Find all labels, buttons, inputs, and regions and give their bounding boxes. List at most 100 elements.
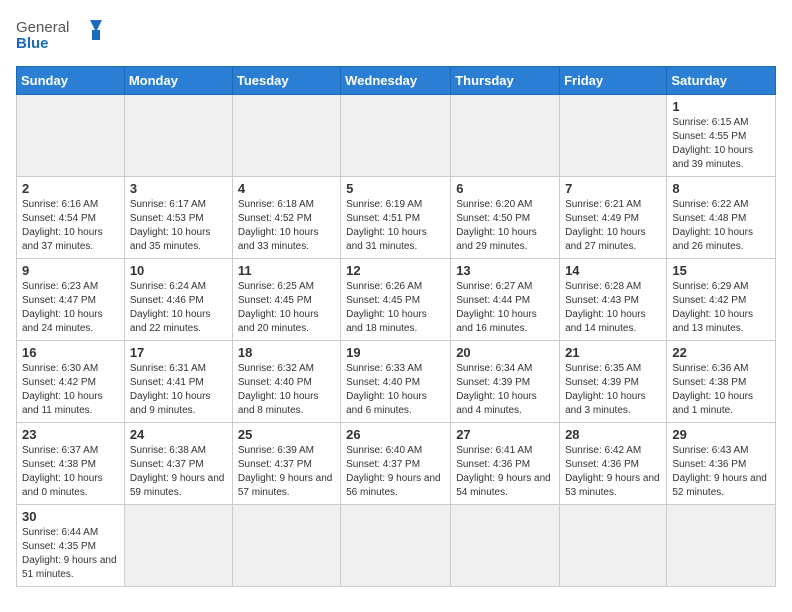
week-row-4: 16 Sunrise: 6:30 AM Sunset: 4:42 PM Dayli… (17, 341, 776, 423)
calendar-cell: 11 Sunrise: 6:25 AM Sunset: 4:45 PM Dayli… (232, 259, 340, 341)
calendar-cell: 3 Sunrise: 6:17 AM Sunset: 4:53 PM Daylig… (124, 177, 232, 259)
day-number: 3 (130, 181, 227, 196)
day-number: 17 (130, 345, 227, 360)
calendar-cell (560, 95, 667, 177)
calendar-cell (124, 95, 232, 177)
svg-text:General: General (16, 19, 69, 36)
day-info: Sunrise: 6:36 AM Sunset: 4:38 PM Dayligh… (672, 363, 753, 416)
day-number: 9 (22, 263, 119, 278)
calendar-cell: 15Sunrise: 6:29 AM Sunset: 4:42 PM Dayli… (667, 259, 776, 341)
day-number: 5 (346, 181, 445, 196)
week-row-5: 23Sunrise: 6:37 AM Sunset: 4:38 PM Dayli… (17, 423, 776, 505)
day-info: Sunrise: 6:17 AM Sunset: 4:53 PM Dayligh… (130, 199, 211, 252)
day-info: Sunrise: 6:22 AM Sunset: 4:48 PM Dayligh… (672, 199, 753, 252)
weekday-header-friday: Friday (560, 67, 667, 95)
day-info: Sunrise: 6:19 AM Sunset: 4:51 PM Dayligh… (346, 199, 427, 252)
day-info: Sunrise: 6:15 AM Sunset: 4:55 PM Dayligh… (672, 117, 753, 170)
day-number: 12 (346, 263, 445, 278)
day-number: 24 (130, 427, 227, 442)
weekday-header-row: SundayMondayTuesdayWednesdayThursdayFrid… (17, 67, 776, 95)
day-info: Sunrise: 6:34 AM Sunset: 4:39 PM Dayligh… (456, 363, 537, 416)
day-info: Sunrise: 6:24 AM Sunset: 4:46 PM Dayligh… (130, 281, 211, 334)
calendar-cell (341, 505, 451, 587)
calendar-cell: 29Sunrise: 6:43 AM Sunset: 4:36 PM Dayli… (667, 423, 776, 505)
calendar-cell: 16 Sunrise: 6:30 AM Sunset: 4:42 PM Dayli… (17, 341, 125, 423)
calendar-cell: 28 Sunrise: 6:42 AM Sunset: 4:36 PM Dayli… (560, 423, 667, 505)
calendar-cell: 17Sunrise: 6:31 AM Sunset: 4:41 PM Dayli… (124, 341, 232, 423)
day-number: 20 (456, 345, 554, 360)
calendar-cell: 21 Sunrise: 6:35 AM Sunset: 4:39 PM Dayli… (560, 341, 667, 423)
day-info: Sunrise: 6:35 AM Sunset: 4:39 PM Dayligh… (565, 363, 646, 416)
calendar-cell: 6 Sunrise: 6:20 AM Sunset: 4:50 PM Daylig… (451, 177, 560, 259)
day-number: 18 (238, 345, 335, 360)
day-number: 8 (672, 181, 770, 196)
calendar-cell: 8 Sunrise: 6:22 AM Sunset: 4:48 PM Daylig… (667, 177, 776, 259)
calendar-table: SundayMondayTuesdayWednesdayThursdayFrid… (16, 66, 776, 587)
logo: GeneralBlue (16, 16, 106, 54)
day-number: 29 (672, 427, 770, 442)
day-number: 14 (565, 263, 661, 278)
day-number: 10 (130, 263, 227, 278)
calendar-cell: 13Sunrise: 6:27 AM Sunset: 4:44 PM Dayli… (451, 259, 560, 341)
calendar-cell: 22 Sunrise: 6:36 AM Sunset: 4:38 PM Dayli… (667, 341, 776, 423)
day-info: Sunrise: 6:23 AM Sunset: 4:47 PM Dayligh… (22, 281, 103, 334)
day-info: Sunrise: 6:33 AM Sunset: 4:40 PM Dayligh… (346, 363, 427, 416)
day-info: Sunrise: 6:30 AM Sunset: 4:42 PM Dayligh… (22, 363, 103, 416)
week-row-3: 9 Sunrise: 6:23 AM Sunset: 4:47 PM Daylig… (17, 259, 776, 341)
day-number: 25 (238, 427, 335, 442)
day-number: 30 (22, 509, 119, 524)
weekday-header-sunday: Sunday (17, 67, 125, 95)
calendar-cell: 10 Sunrise: 6:24 AM Sunset: 4:46 PM Dayli… (124, 259, 232, 341)
day-number: 16 (22, 345, 119, 360)
calendar-cell (667, 505, 776, 587)
day-number: 26 (346, 427, 445, 442)
calendar-cell (232, 505, 340, 587)
day-info: Sunrise: 6:20 AM Sunset: 4:50 PM Dayligh… (456, 199, 537, 252)
day-number: 27 (456, 427, 554, 442)
weekday-header-tuesday: Tuesday (232, 67, 340, 95)
day-info: Sunrise: 6:41 AM Sunset: 4:36 PM Dayligh… (456, 445, 551, 498)
day-info: Sunrise: 6:32 AM Sunset: 4:40 PM Dayligh… (238, 363, 319, 416)
day-number: 13 (456, 263, 554, 278)
day-info: Sunrise: 6:25 AM Sunset: 4:45 PM Dayligh… (238, 281, 319, 334)
day-number: 11 (238, 263, 335, 278)
calendar-cell: 25Sunrise: 6:39 AM Sunset: 4:37 PM Dayli… (232, 423, 340, 505)
calendar-cell: 24 Sunrise: 6:38 AM Sunset: 4:37 PM Dayli… (124, 423, 232, 505)
day-info: Sunrise: 6:18 AM Sunset: 4:52 PM Dayligh… (238, 199, 319, 252)
calendar-cell: 30 Sunrise: 6:44 AM Sunset: 4:35 PM Dayli… (17, 505, 125, 587)
calendar-cell: 27 Sunrise: 6:41 AM Sunset: 4:36 PM Dayli… (451, 423, 560, 505)
week-row-2: 2 Sunrise: 6:16 AM Sunset: 4:54 PM Daylig… (17, 177, 776, 259)
calendar-cell (451, 505, 560, 587)
day-info: Sunrise: 6:44 AM Sunset: 4:35 PM Dayligh… (22, 527, 117, 580)
day-number: 7 (565, 181, 661, 196)
day-info: Sunrise: 6:16 AM Sunset: 4:54 PM Dayligh… (22, 199, 103, 252)
day-info: Sunrise: 6:26 AM Sunset: 4:45 PM Dayligh… (346, 281, 427, 334)
week-row-1: 1 Sunrise: 6:15 AM Sunset: 4:55 PM Daylig… (17, 95, 776, 177)
day-number: 1 (672, 99, 770, 114)
day-info: Sunrise: 6:38 AM Sunset: 4:37 PM Dayligh… (130, 445, 225, 498)
day-number: 21 (565, 345, 661, 360)
weekday-header-thursday: Thursday (451, 67, 560, 95)
day-number: 2 (22, 181, 119, 196)
calendar-cell: 4 Sunrise: 6:18 AM Sunset: 4:52 PM Daylig… (232, 177, 340, 259)
weekday-header-monday: Monday (124, 67, 232, 95)
calendar-cell (124, 505, 232, 587)
day-info: Sunrise: 6:42 AM Sunset: 4:36 PM Dayligh… (565, 445, 660, 498)
calendar-cell: 9 Sunrise: 6:23 AM Sunset: 4:47 PM Daylig… (17, 259, 125, 341)
day-info: Sunrise: 6:40 AM Sunset: 4:37 PM Dayligh… (346, 445, 441, 498)
weekday-header-wednesday: Wednesday (341, 67, 451, 95)
day-number: 23 (22, 427, 119, 442)
day-number: 19 (346, 345, 445, 360)
calendar-cell: 14 Sunrise: 6:28 AM Sunset: 4:43 PM Dayli… (560, 259, 667, 341)
calendar-cell: 18 Sunrise: 6:32 AM Sunset: 4:40 PM Dayli… (232, 341, 340, 423)
day-number: 22 (672, 345, 770, 360)
calendar-cell: 1 Sunrise: 6:15 AM Sunset: 4:55 PM Daylig… (667, 95, 776, 177)
page-header: GeneralBlue (16, 16, 776, 54)
day-info: Sunrise: 6:28 AM Sunset: 4:43 PM Dayligh… (565, 281, 646, 334)
day-number: 6 (456, 181, 554, 196)
calendar-cell: 12 Sunrise: 6:26 AM Sunset: 4:45 PM Dayli… (341, 259, 451, 341)
calendar-cell (451, 95, 560, 177)
day-info: Sunrise: 6:21 AM Sunset: 4:49 PM Dayligh… (565, 199, 646, 252)
day-number: 28 (565, 427, 661, 442)
day-number: 4 (238, 181, 335, 196)
